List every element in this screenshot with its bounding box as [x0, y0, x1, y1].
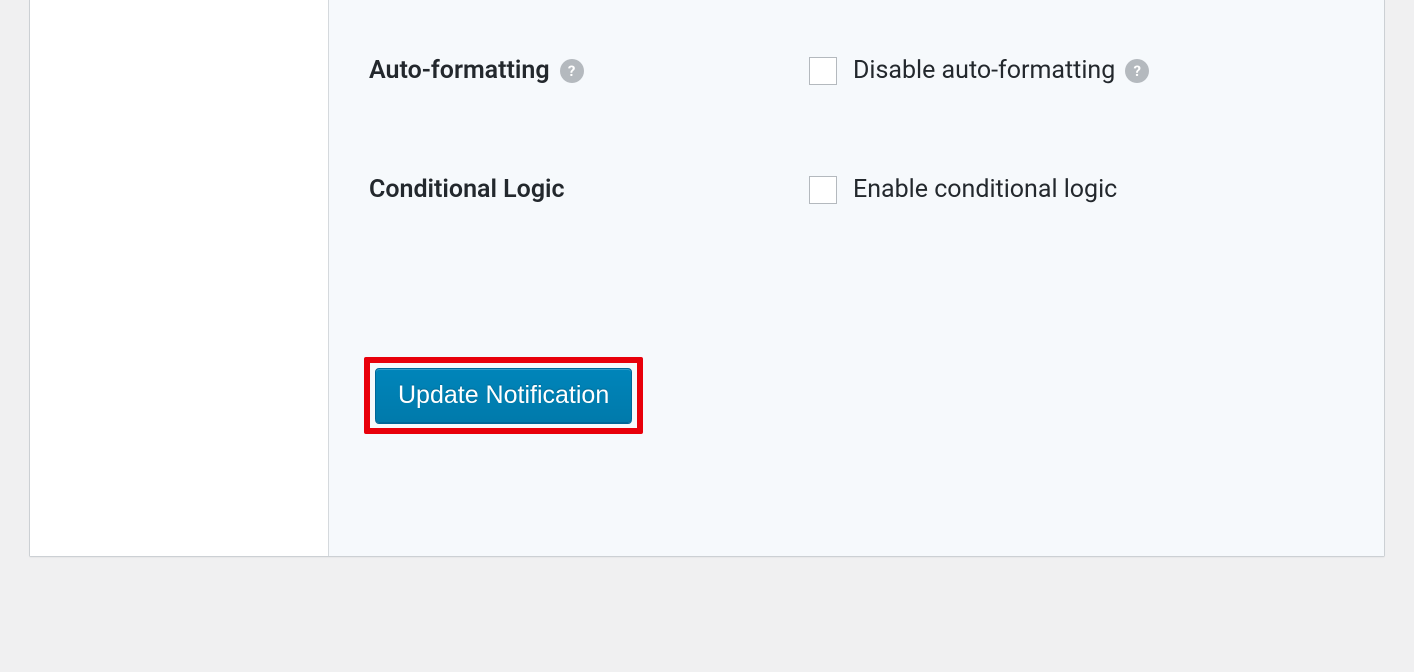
conditional-logic-checkbox-text: Enable conditional logic	[853, 175, 1117, 204]
conditional-logic-checkbox-wrapper: Enable conditional logic	[809, 175, 1117, 204]
conditional-logic-row: Conditional Logic Enable conditional log…	[369, 85, 1384, 204]
help-icon[interactable]: ?	[1125, 59, 1149, 83]
conditional-logic-checkbox-label: Enable conditional logic	[853, 175, 1117, 204]
auto-formatting-label: Auto-formatting ?	[369, 56, 809, 85]
auto-formatting-label-text: Auto-formatting	[369, 56, 550, 85]
auto-formatting-row: Auto-formatting ? Disable auto-formattin…	[369, 0, 1384, 85]
button-highlight-annotation: Update Notification	[364, 357, 643, 434]
auto-formatting-checkbox-wrapper: Disable auto-formatting ?	[809, 56, 1149, 85]
auto-formatting-checkbox-text: Disable auto-formatting	[853, 56, 1115, 85]
conditional-logic-label-text: Conditional Logic	[369, 175, 565, 204]
sidebar	[30, 0, 329, 556]
settings-panel: Auto-formatting ? Disable auto-formattin…	[29, 0, 1385, 557]
conditional-logic-label: Conditional Logic	[369, 175, 809, 204]
help-icon[interactable]: ?	[560, 59, 584, 83]
auto-formatting-checkbox-label: Disable auto-formatting ?	[853, 56, 1149, 85]
content-area: Auto-formatting ? Disable auto-formattin…	[329, 0, 1384, 556]
auto-formatting-checkbox[interactable]	[809, 57, 837, 85]
update-notification-button[interactable]: Update Notification	[375, 368, 632, 423]
conditional-logic-checkbox[interactable]	[809, 176, 837, 204]
